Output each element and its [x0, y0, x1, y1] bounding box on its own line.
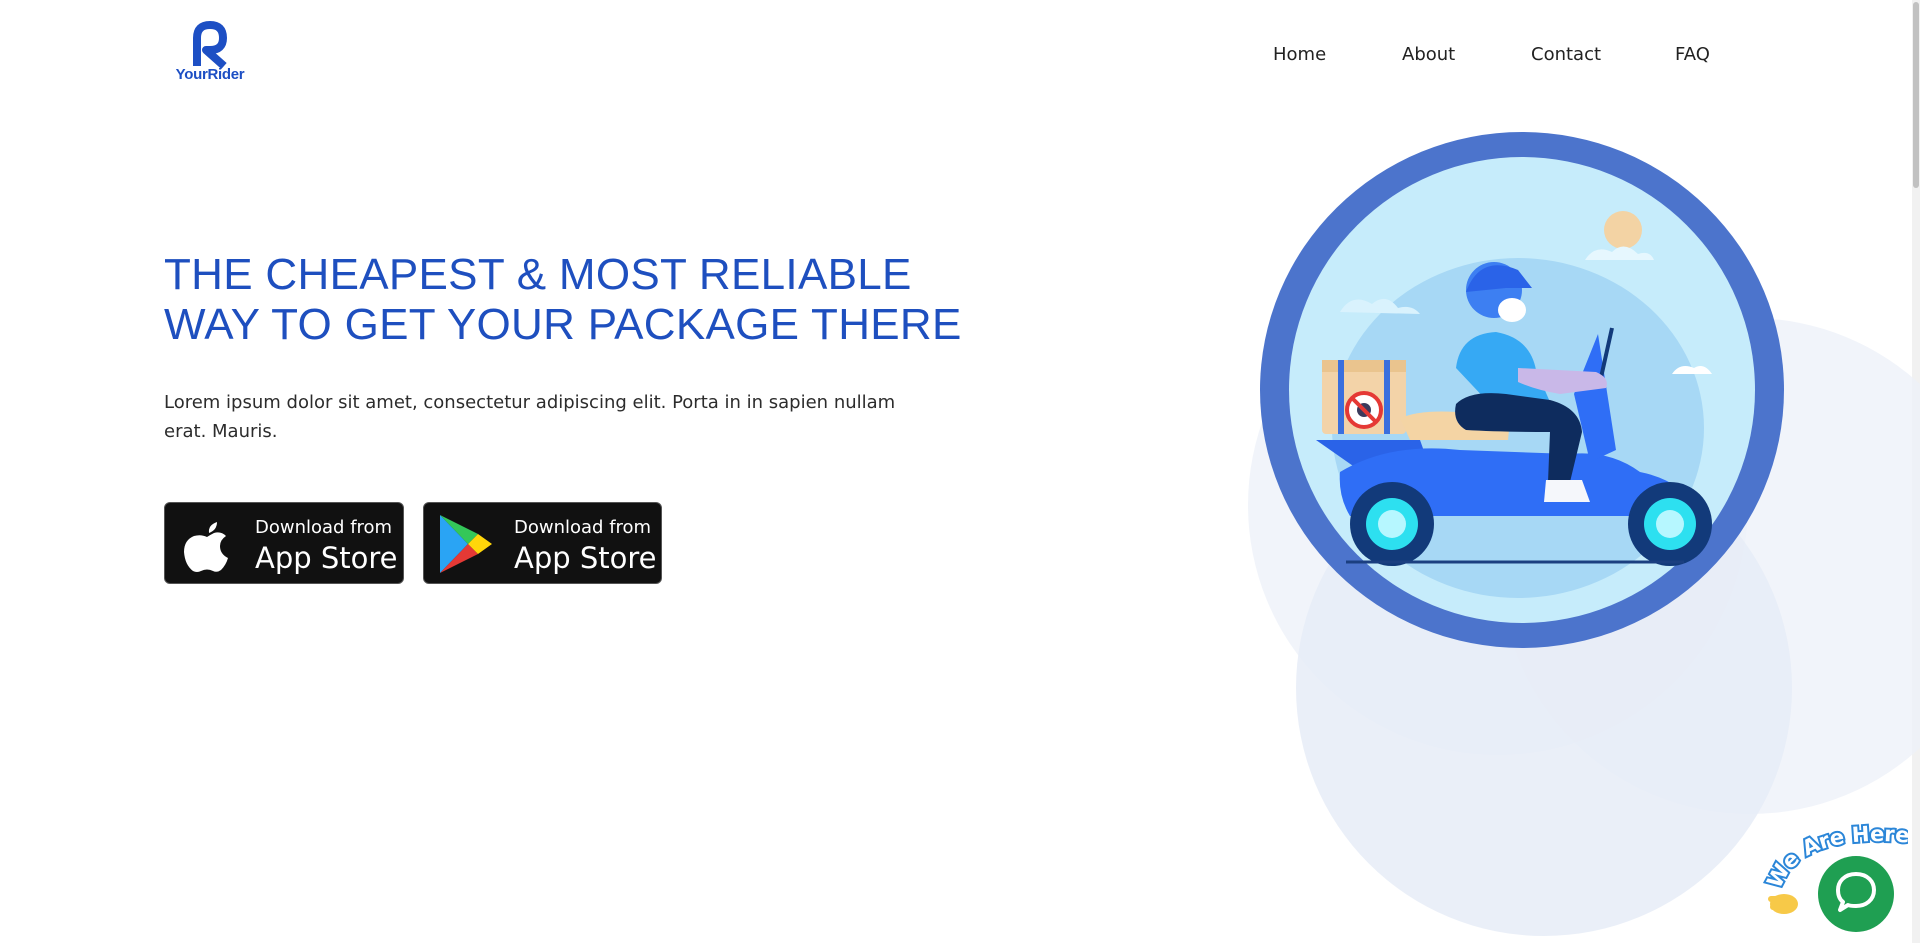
google-play-icon	[440, 515, 492, 573]
chat-button[interactable]	[1818, 856, 1894, 932]
brand-logo[interactable]: YourRider	[168, 20, 252, 86]
chat-icon	[1836, 872, 1876, 912]
nav-faq[interactable]: FAQ	[1675, 44, 1710, 65]
hero-title-line-1: THE CHEAPEST & MOST RELIABLE	[164, 250, 912, 299]
google-play-button[interactable]: Download from App Store	[423, 502, 662, 584]
waving-hand-icon	[1768, 894, 1798, 914]
chat-widget[interactable]: We Are Here!	[1758, 812, 1908, 938]
google-play-big-label: App Store	[514, 541, 657, 575]
apple-icon	[184, 522, 228, 572]
app-store-button[interactable]: Download from App Store	[164, 502, 404, 584]
sun-icon	[1604, 211, 1642, 249]
nav-contact[interactable]: Contact	[1531, 44, 1601, 65]
delivery-rider-illustration	[1260, 132, 1784, 648]
hero-title-line-2: WAY TO GET YOUR PACKAGE THERE	[164, 300, 962, 349]
app-store-big-label: App Store	[255, 541, 398, 575]
nav-about[interactable]: About	[1402, 44, 1455, 65]
hero-description: Lorem ipsum dolor sit amet, consectetur …	[164, 392, 896, 442]
app-store-small-label: Download from	[255, 517, 393, 538]
hero-title: THE CHEAPEST & MOST RELIABLE WAY TO GET …	[164, 250, 964, 350]
google-play-small-label: Download from	[514, 517, 652, 538]
site-header: YourRider Home About Contact FAQ	[0, 0, 1920, 110]
nav-home[interactable]: Home	[1273, 44, 1326, 65]
logo-mark-icon	[193, 21, 227, 69]
brand-name: YourRider	[175, 66, 245, 83]
